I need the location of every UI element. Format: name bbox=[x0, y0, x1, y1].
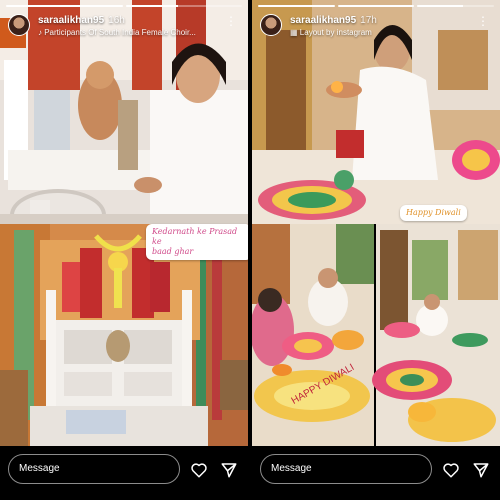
more-dots-icon[interactable]: ⋮ bbox=[225, 15, 238, 27]
story-right[interactable]: HAPPY DIWALI saraalikhan95 17h ▦ Layout … bbox=[252, 0, 500, 500]
progress-segment bbox=[6, 5, 123, 7]
avatar[interactable] bbox=[260, 14, 282, 36]
text-sticker: Kedarnath ke Prasad ke baad ghar bbox=[146, 224, 248, 260]
progress-fill-1 bbox=[6, 5, 123, 7]
progress-segment bbox=[258, 5, 335, 7]
story-photo-collage bbox=[0, 0, 248, 446]
story-left[interactable]: saraalikhan95 16h ♪ Participants Of South… bbox=[0, 0, 248, 500]
send-icon[interactable] bbox=[220, 461, 238, 479]
post-time: 16h bbox=[108, 15, 125, 26]
heart-icon[interactable] bbox=[442, 461, 460, 479]
music-subtitle[interactable]: ♪ Participants Of South India Female Cho… bbox=[38, 28, 196, 37]
progress-segment bbox=[125, 5, 242, 7]
username-text[interactable]: saraalikhan95 bbox=[38, 15, 104, 26]
progress-fill-2 bbox=[125, 5, 178, 7]
heart-icon[interactable] bbox=[190, 461, 208, 479]
message-input[interactable]: Message bbox=[8, 454, 180, 484]
more-dots-icon[interactable]: ⋮ bbox=[477, 15, 490, 27]
story-header: saraalikhan95 17h ▦ Layout by instagram ⋮ bbox=[260, 12, 494, 42]
message-input[interactable]: Message bbox=[260, 454, 432, 484]
progress-segment bbox=[417, 5, 495, 7]
username[interactable]: saraalikhan95 17h bbox=[290, 15, 377, 26]
layout-grid-icon: ▦ bbox=[290, 28, 298, 37]
story-progress-bar bbox=[6, 5, 242, 7]
story-header: saraalikhan95 16h ♪ Participants Of South… bbox=[8, 12, 242, 42]
music-subtitle-text[interactable]: ♪ Participants Of South India Female Cho… bbox=[38, 28, 196, 37]
progress-fill-1 bbox=[258, 5, 335, 7]
progress-fill-2 bbox=[337, 5, 415, 7]
progress-fill-3 bbox=[417, 5, 464, 7]
send-icon[interactable] bbox=[472, 461, 490, 479]
progress-segment bbox=[337, 5, 415, 7]
username[interactable]: saraalikhan95 16h bbox=[38, 15, 125, 26]
layout-subtitle[interactable]: ▦ Layout by instagram bbox=[290, 28, 372, 37]
layout-subtitle-text[interactable]: Layout by instagram bbox=[300, 28, 372, 37]
text-sticker: Happy Diwali bbox=[400, 205, 467, 221]
story-footer: Message bbox=[252, 446, 500, 500]
avatar[interactable] bbox=[8, 14, 30, 36]
username-text[interactable]: saraalikhan95 bbox=[290, 15, 356, 26]
story-footer: Message bbox=[0, 446, 248, 500]
story-progress-bar bbox=[258, 5, 495, 7]
story-photo-collage: HAPPY DIWALI bbox=[252, 0, 500, 446]
post-time: 17h bbox=[360, 15, 377, 26]
